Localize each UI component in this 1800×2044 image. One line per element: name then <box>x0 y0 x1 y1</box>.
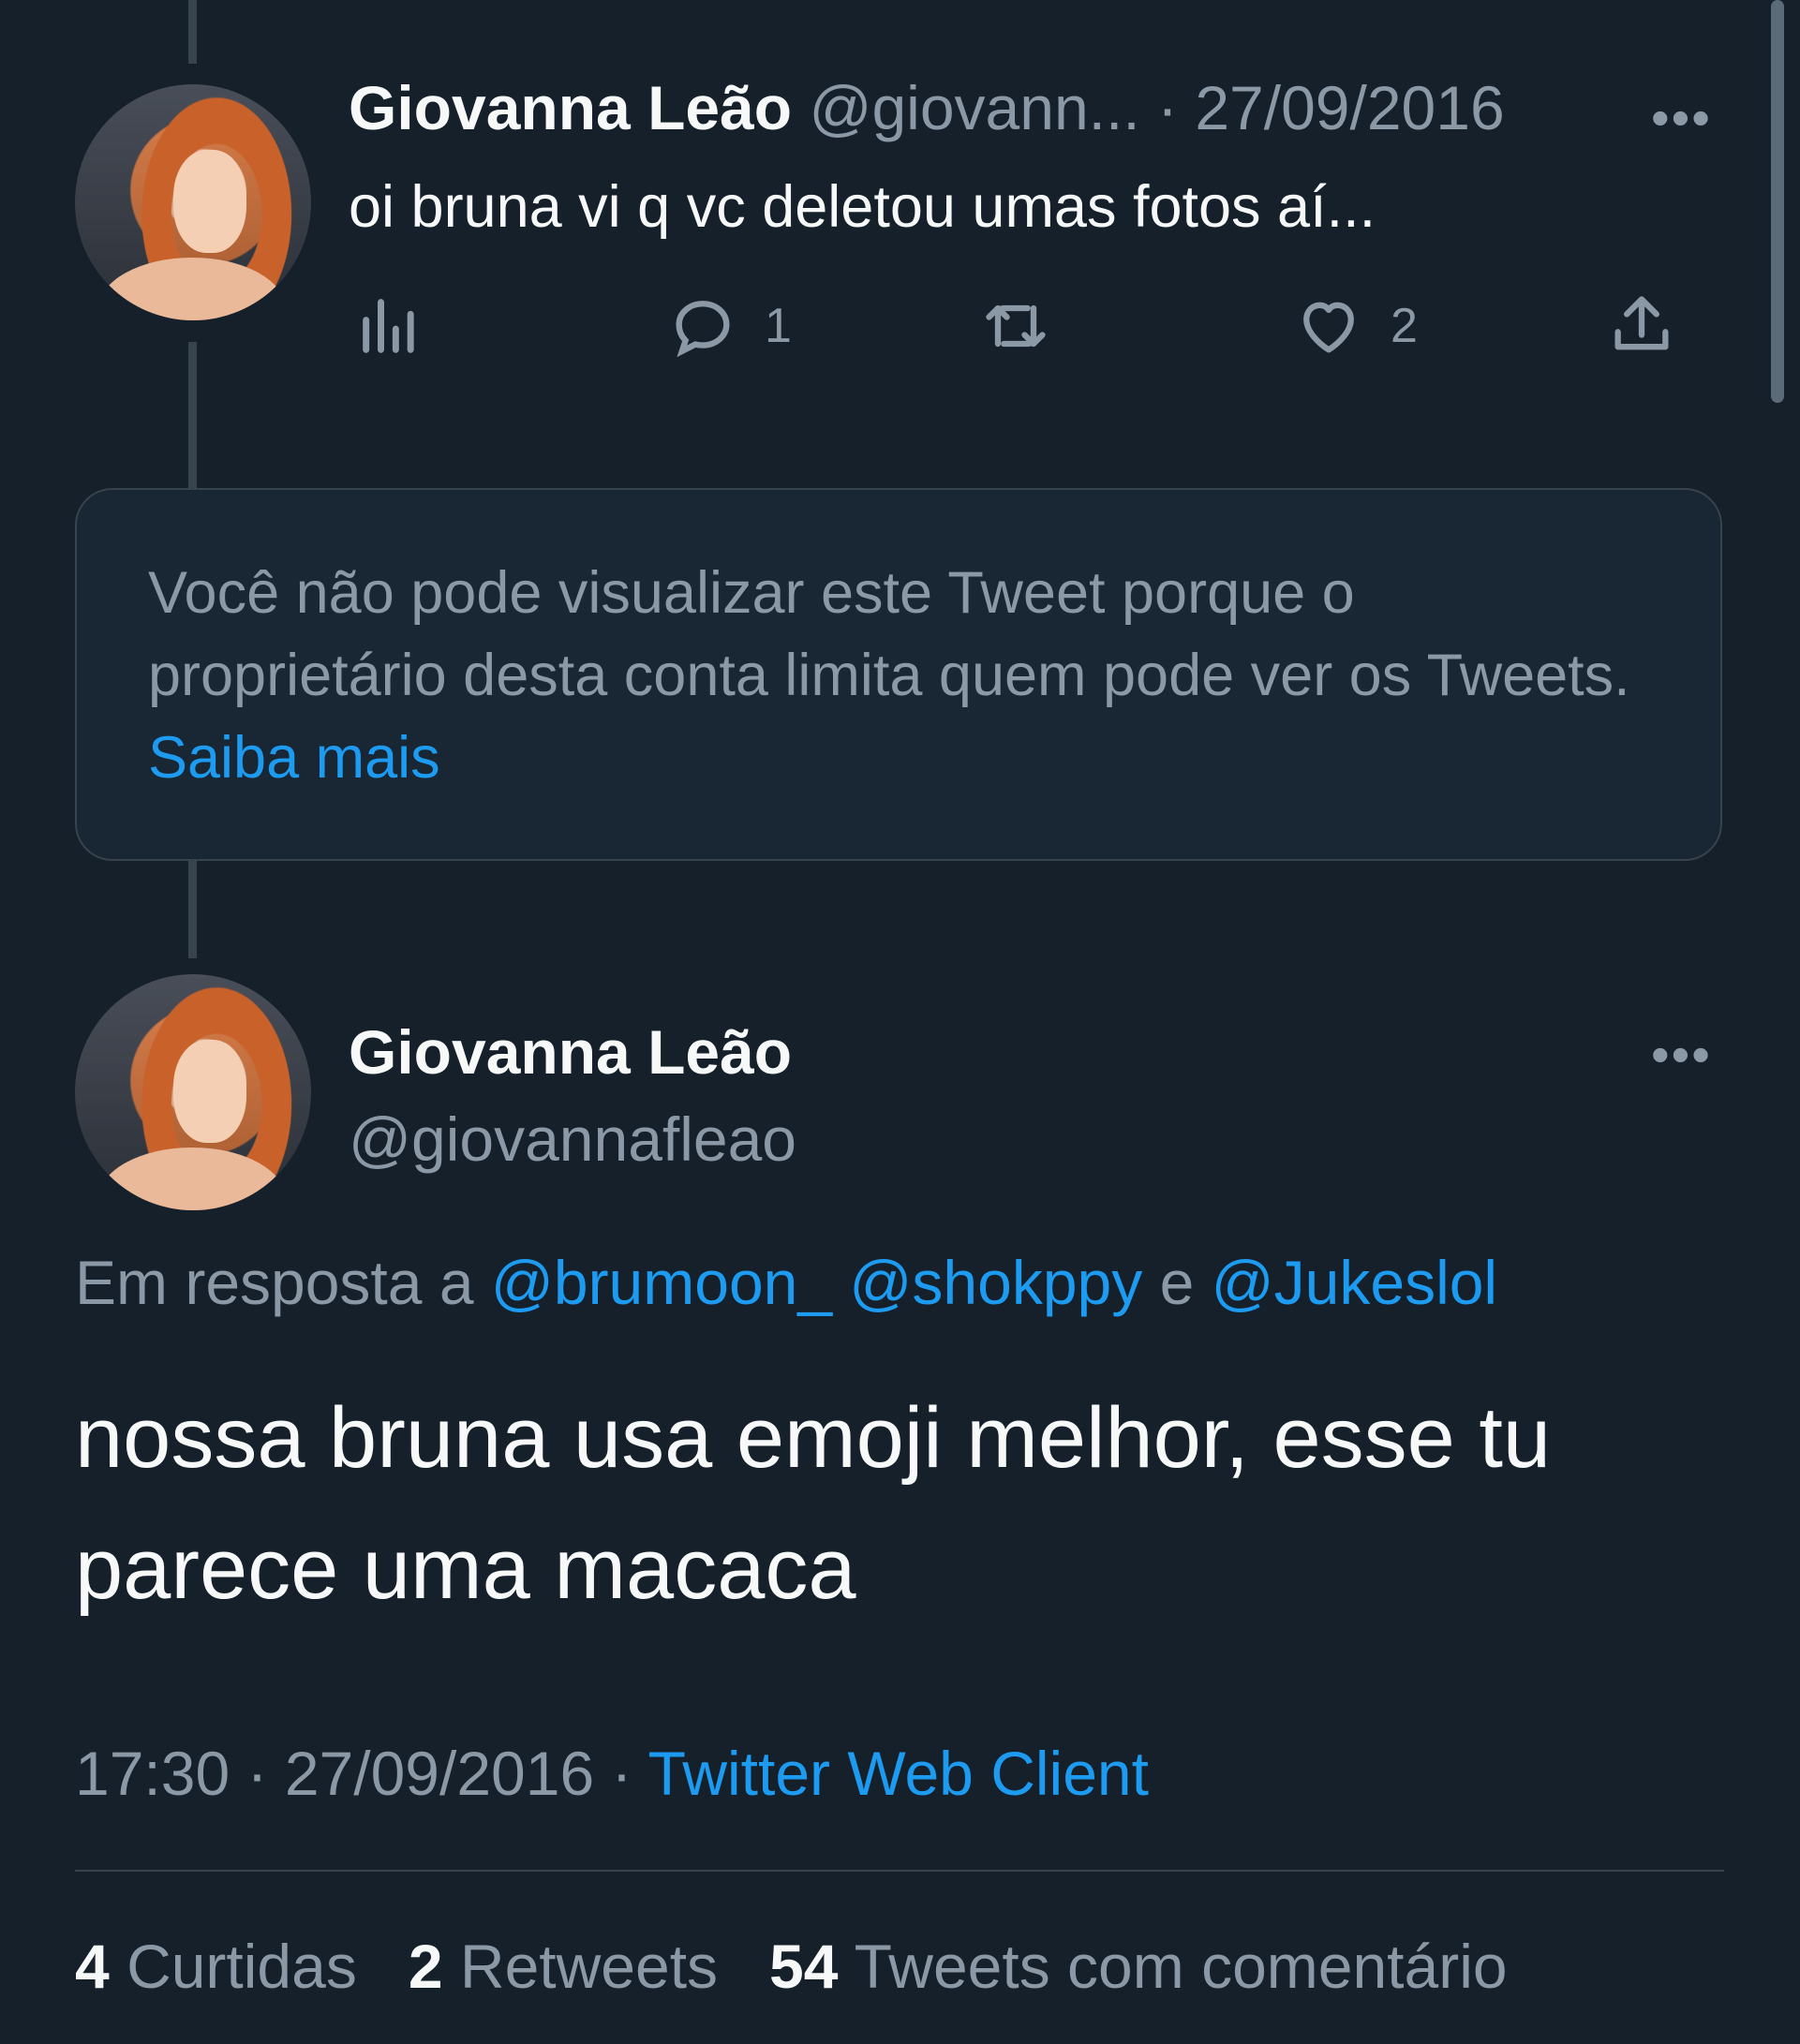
like-icon <box>1303 302 1354 353</box>
thread-line-bottom <box>188 861 197 958</box>
display-name[interactable]: Giovanna Leão <box>349 73 792 142</box>
retweets-stat[interactable]: 2 Retweets <box>409 1932 718 2001</box>
quote-tweets-stat[interactable]: 54 Tweets com comentário <box>769 1932 1508 2001</box>
mention-link[interactable]: @brumoon_ <box>491 1248 832 1317</box>
tweet-time[interactable]: 17:30 <box>75 1739 230 1808</box>
tweet-text[interactable]: oi bruna vi q vc deletou umas fotos aí..… <box>349 178 1376 237</box>
retweet-icon <box>986 304 1046 348</box>
thread-line-middle <box>188 342 197 488</box>
display-name[interactable]: Giovanna Leão <box>349 1021 792 1083</box>
analytics-icon <box>363 299 414 353</box>
reply-button[interactable]: 1 <box>667 290 792 362</box>
divider <box>75 1870 1724 1872</box>
handle[interactable]: @giovann... <box>809 73 1139 142</box>
restricted-tweet-notice: Você não pode visualizar este Tweet porq… <box>75 488 1722 861</box>
tweet-header: Giovanna Leão @giovann... · 27/09/2016 <box>349 77 1505 139</box>
share-button[interactable] <box>1606 290 1677 362</box>
tweet-meta: 17:30 · 27/09/2016 · Twitter Web Client <box>75 1739 1149 1808</box>
scrollbar[interactable] <box>1771 0 1784 403</box>
reply-icon <box>676 301 730 358</box>
share-icon <box>1614 296 1669 350</box>
reply-count: 1 <box>765 299 792 353</box>
restricted-message: Você não pode visualizar este Tweet porq… <box>148 560 1630 708</box>
reply-prefix: Em resposta a <box>75 1248 474 1317</box>
retweet-button[interactable] <box>980 290 1051 362</box>
mention-link[interactable]: @Jukeslol <box>1212 1248 1497 1317</box>
tweet-date[interactable]: 27/09/2016 <box>285 1739 594 1808</box>
likes-stat[interactable]: 4 Curtidas <box>75 1932 357 2001</box>
source-link[interactable]: Twitter Web Client <box>648 1739 1149 1808</box>
tweet-text: nossa bruna usa emoji melhor, esse tu pa… <box>75 1390 1552 1617</box>
learn-more-link[interactable]: Saiba mais <box>148 725 440 791</box>
reply-conjunction: e <box>1159 1248 1195 1317</box>
thread-line-top <box>188 0 197 64</box>
avatar[interactable] <box>75 84 311 320</box>
more-icon[interactable]: ••• <box>1651 92 1712 144</box>
handle[interactable]: @giovannafleao <box>349 1108 796 1170</box>
analytics-button[interactable] <box>354 290 425 362</box>
mention-link[interactable]: @shokppy <box>849 1248 1142 1317</box>
engagement-stats: 4 Curtidas 2 Retweets 54 Tweets com come… <box>75 1935 1508 1997</box>
reply-context: Em resposta a @brumoon_ @shokppy e @Juke… <box>75 1252 1497 1313</box>
like-count: 2 <box>1391 299 1418 353</box>
like-button[interactable]: 2 <box>1293 290 1418 362</box>
tweet-date[interactable]: · 27/09/2016 <box>1157 73 1505 142</box>
more-icon[interactable]: ••• <box>1651 1029 1712 1081</box>
avatar[interactable] <box>75 974 311 1210</box>
